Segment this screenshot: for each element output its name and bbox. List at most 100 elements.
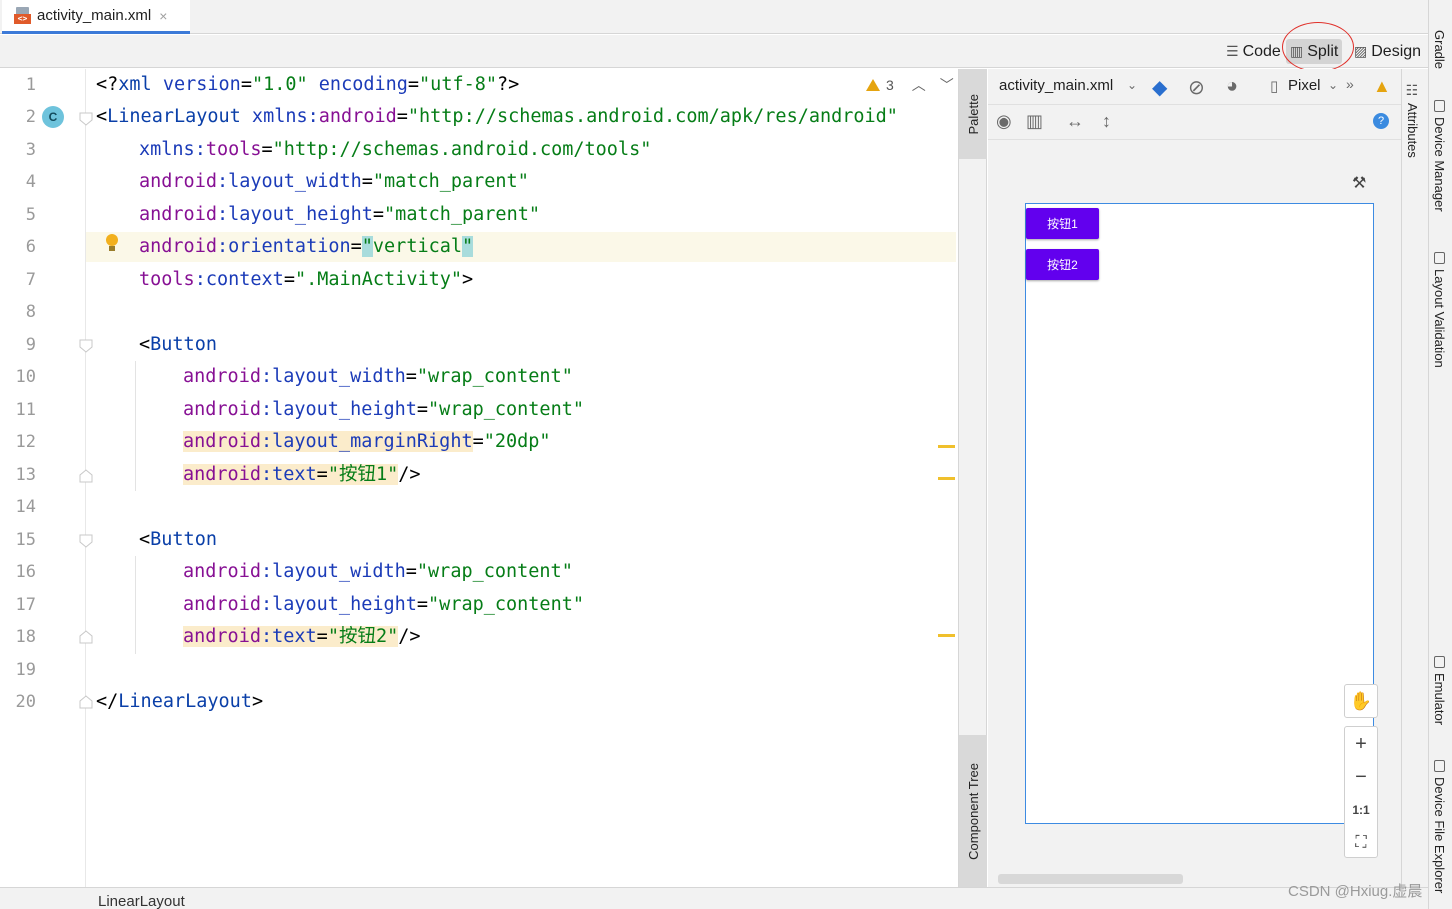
fold-close-icon[interactable]	[79, 630, 93, 644]
line-number: 15	[15, 530, 36, 550]
preview-button-2[interactable]: 按钮2	[1026, 249, 1099, 280]
zoom-fit-icon[interactable]: ⛶	[1345, 827, 1377, 859]
horizontal-resize-icon[interactable]: ↔	[1066, 111, 1084, 132]
warning-icon[interactable]: ▲	[1373, 76, 1391, 97]
rotate-icon[interactable]: ⊘	[1188, 75, 1205, 100]
fold-open-icon[interactable]	[79, 112, 93, 126]
code-line-15[interactable]: <Button	[139, 525, 217, 555]
preview-button-1[interactable]: 按钮1	[1026, 208, 1099, 239]
editor-mode-bar: ☰ Code ▥ Split ▨ Design	[0, 35, 1428, 68]
code-token: android	[183, 366, 261, 387]
code-token: =	[416, 594, 429, 615]
code-token: :layout_width	[260, 366, 406, 387]
fold-close-icon[interactable]	[79, 469, 93, 483]
wrench-icon[interactable]: ⚒	[1352, 173, 1366, 193]
device-file-explorer-tab[interactable]: Device File Explorer	[1432, 760, 1447, 893]
code-token: "http://schemas.android.com/tools"	[272, 139, 652, 160]
device-selector[interactable]: Pixel	[1288, 77, 1321, 94]
file-tab-activity-main[interactable]: activity_main.xml ×	[2, 0, 190, 34]
zoom-out-icon[interactable]: −	[1345, 761, 1377, 793]
line-number: 9	[25, 335, 36, 355]
close-tab-icon[interactable]: ×	[159, 8, 167, 24]
fold-open-icon[interactable]	[79, 339, 93, 353]
code-editor[interactable]: 1 2 3 4 5 6 7 8 9 10 11 12 13 14 15 16 1…	[0, 69, 958, 887]
class-gutter-icon[interactable]: C	[42, 106, 64, 128]
warning-stripe-mark[interactable]	[938, 445, 955, 448]
chevron-down-icon[interactable]: ⌄	[1127, 78, 1137, 92]
chevron-down-icon[interactable]: ﹀	[940, 75, 954, 95]
code-token: "wrap_content"	[428, 594, 584, 615]
preview-toolbar: activity_main.xml ⌄ ◆ ⊘ ◕ ▯ Pixel ⌄ » ▲	[988, 69, 1401, 105]
code-token: :text	[260, 626, 317, 647]
columns-icon[interactable]: ▥	[1026, 111, 1043, 132]
code-token: =	[316, 464, 328, 485]
component-tree-tab[interactable]: Component Tree	[959, 735, 987, 887]
code-line-20[interactable]: </LinearLayout>	[96, 687, 263, 717]
code-line-1[interactable]: <?xml version="1.0" encoding="utf-8"?>	[96, 70, 519, 100]
code-line-16[interactable]: android:layout_width="wrap_content"	[183, 557, 573, 587]
code-token: =	[350, 236, 362, 257]
attributes-tab[interactable]: Attributes	[1405, 103, 1420, 158]
chevron-down-icon[interactable]: ⌄	[1328, 78, 1338, 92]
code-line-11[interactable]: android:layout_height="wrap_content"	[183, 395, 584, 425]
gradle-tab[interactable]: Gradle	[1432, 30, 1447, 69]
lightbulb-icon[interactable]	[105, 234, 119, 254]
code-mode-button[interactable]: ☰ Code	[1222, 39, 1285, 64]
code-line-13[interactable]: android:text="按钮1"/>	[183, 460, 421, 490]
inspection-widget[interactable]: 3 ︿ ﹀	[866, 75, 954, 95]
file-tab-label: activity_main.xml	[37, 7, 152, 24]
code-line-6[interactable]: android:orientation="vertical"	[139, 232, 474, 262]
device-manager-tab[interactable]: Device Manager	[1432, 100, 1447, 212]
code-token: =	[283, 269, 295, 290]
code-line-3[interactable]: xmlns:tools="http://schemas.android.com/…	[139, 135, 651, 165]
code-line-7[interactable]: tools:context=".MainActivity">	[139, 265, 473, 295]
warning-stripe-mark[interactable]	[938, 477, 955, 480]
design-mode-button[interactable]: ▨ Design	[1350, 39, 1425, 64]
horizontal-scrollbar[interactable]	[998, 874, 1183, 884]
pan-hand-icon[interactable]: ✋	[1344, 684, 1378, 718]
device-screen[interactable]	[1025, 203, 1374, 824]
eye-icon[interactable]: ◉	[996, 111, 1012, 132]
overflow-icon[interactable]: »	[1346, 76, 1354, 92]
night-mode-icon[interactable]: ◕	[1226, 75, 1238, 98]
code-token: ".MainActivity"	[294, 269, 463, 290]
annotation-circle	[1282, 22, 1354, 72]
chevron-up-icon[interactable]: ︿	[912, 75, 926, 95]
code-token: "1.0"	[251, 74, 308, 95]
breadcrumb[interactable]: LinearLayout	[98, 893, 185, 909]
warning-stripe-mark[interactable]	[938, 634, 955, 637]
fold-close-icon[interactable]	[79, 695, 93, 709]
code-line-4[interactable]: android:layout_width="match_parent"	[139, 167, 529, 197]
code-token: "	[462, 236, 474, 257]
zoom-actual-size-button[interactable]: 1:1	[1345, 794, 1377, 826]
code-line-2[interactable]: <LinearLayout xmlns:android="http://sche…	[96, 102, 898, 132]
code-line-9[interactable]: <Button	[139, 330, 217, 360]
code-token: tools	[205, 139, 262, 160]
layout-validation-tab[interactable]: Layout Validation	[1432, 252, 1447, 368]
code-token: "wrap_content"	[416, 366, 573, 387]
help-icon[interactable]: ?	[1373, 113, 1389, 129]
code-token: "	[361, 236, 373, 257]
code-line-12[interactable]: android:layout_marginRight="20dp"	[183, 427, 551, 457]
palette-tab[interactable]: Palette	[959, 69, 987, 159]
code-token: :orientation	[216, 236, 351, 257]
device-manager-label: Device Manager	[1432, 117, 1447, 212]
emulator-tab[interactable]: Emulator	[1432, 656, 1447, 725]
code-line-17[interactable]: android:layout_height="wrap_content"	[183, 590, 584, 620]
code-line-18[interactable]: android:text="按钮2"/>	[183, 622, 421, 652]
code-line-10[interactable]: android:layout_width="wrap_content"	[183, 362, 573, 392]
preview-file-selector[interactable]: activity_main.xml	[999, 77, 1113, 94]
zoom-in-icon[interactable]: +	[1345, 728, 1377, 760]
code-token: android	[318, 106, 397, 127]
layers-icon[interactable]: ◆	[1152, 75, 1167, 100]
indent-guide	[135, 361, 136, 491]
line-number: 11	[15, 400, 36, 420]
component-tree-tab-label: Component Tree	[965, 762, 981, 860]
vertical-resize-icon[interactable]: ↕	[1102, 111, 1111, 132]
code-line-5[interactable]: android:layout_height="match_parent"	[139, 200, 540, 230]
editor-tab-bar: activity_main.xml ×	[0, 0, 1428, 34]
fold-open-icon[interactable]	[79, 534, 93, 548]
sliders-icon: ☷	[1405, 83, 1421, 99]
code-token: "按钮1"	[327, 464, 399, 485]
line-number: 2	[25, 107, 36, 127]
